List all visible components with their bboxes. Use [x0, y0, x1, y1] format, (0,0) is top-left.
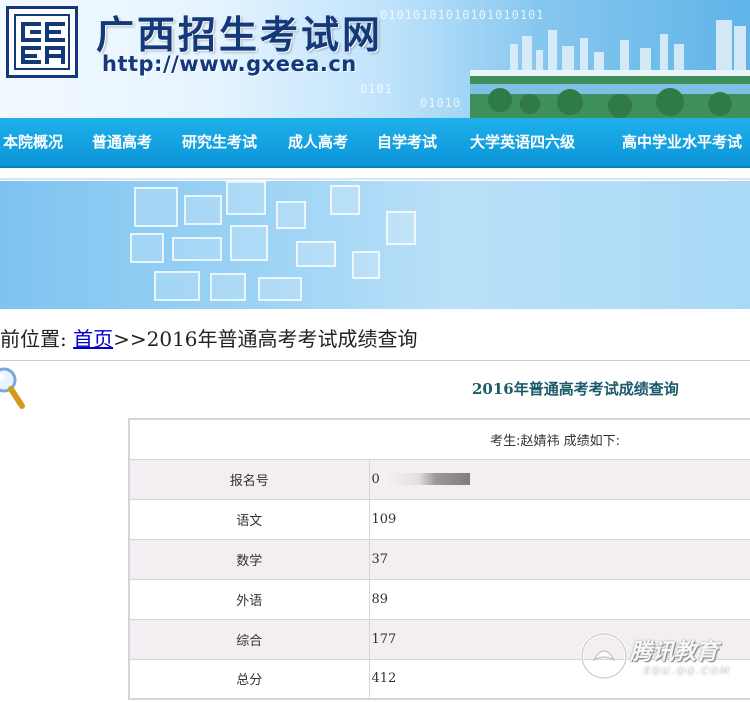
- site-title: 广西招生考试网: [96, 13, 384, 57]
- divider: [0, 178, 750, 180]
- breadcrumb-home-link[interactable]: 首页: [73, 327, 113, 351]
- row-label: 报名号: [128, 458, 370, 500]
- nav-item-cet[interactable]: 大学英语四六级: [470, 118, 575, 166]
- nav-item-overview[interactable]: 本院概况: [3, 118, 63, 166]
- binary-decoration: 01010: [420, 96, 462, 110]
- table-row: 外语 89: [128, 578, 750, 620]
- nav-item-adult-exam[interactable]: 成人高考: [288, 118, 348, 166]
- watermark-subtext: EDU.QQ.COM: [644, 666, 731, 677]
- row-value: 109: [368, 498, 750, 540]
- candidate-header: 考生:赵婧祎 成绩如下:: [128, 418, 750, 460]
- breadcrumb-current: >>2016年普通高考考试成绩查询: [113, 327, 418, 351]
- nav-item-self-study[interactable]: 自学考试: [377, 118, 437, 166]
- row-label: 数学: [128, 538, 370, 580]
- row-value: 37: [368, 538, 750, 580]
- main-nav: 本院概况 普通高考 研究生考试 成人高考 自学考试 大学英语四六级 高中学业水平…: [0, 118, 750, 168]
- row-label: 总分: [128, 658, 370, 700]
- magnifier-icon: [0, 367, 25, 409]
- result-title: 2016年普通高考考试成绩查询: [472, 380, 679, 398]
- table-header-row: 考生:赵婧祎 成绩如下:: [128, 418, 750, 460]
- city-skyline-image: [470, 20, 750, 118]
- watermark-logo-icon: [580, 632, 628, 680]
- table-row: 报名号 0: [128, 458, 750, 500]
- row-value: 89: [368, 578, 750, 620]
- breadcrumb: 前位置: 首页>>2016年普通高考考试成绩查询: [0, 322, 418, 356]
- registration-number: 0: [371, 471, 380, 487]
- nav-item-highschool-exam[interactable]: 高中学业水平考试: [622, 118, 742, 166]
- nav-item-graduate-exam[interactable]: 研究生考试: [182, 118, 257, 166]
- redacted-mask: [383, 473, 470, 485]
- row-label: 外语: [128, 578, 370, 620]
- row-label: 语文: [128, 498, 370, 540]
- binary-decoration: 0101: [360, 82, 393, 96]
- row-value: 0: [368, 458, 750, 500]
- table-row: 数学 37: [128, 538, 750, 580]
- decorative-banner: [0, 181, 750, 309]
- row-label: 综合: [128, 618, 370, 660]
- tencent-edu-watermark: 腾讯教育 EDU.QQ.COM: [578, 628, 748, 688]
- site-url[interactable]: http://www.gxeea.cn: [102, 52, 357, 76]
- site-header: 01010101010101010101 0101 01010 广西招生考试网 …: [0, 0, 750, 118]
- divider: [0, 360, 750, 361]
- nav-item-gaokao[interactable]: 普通高考: [92, 118, 152, 166]
- breadcrumb-prefix: 前位置:: [0, 327, 67, 351]
- watermark-text: 腾讯教育: [630, 640, 719, 665]
- gxeea-logo-icon[interactable]: [6, 6, 78, 78]
- table-row: 语文 109: [128, 498, 750, 540]
